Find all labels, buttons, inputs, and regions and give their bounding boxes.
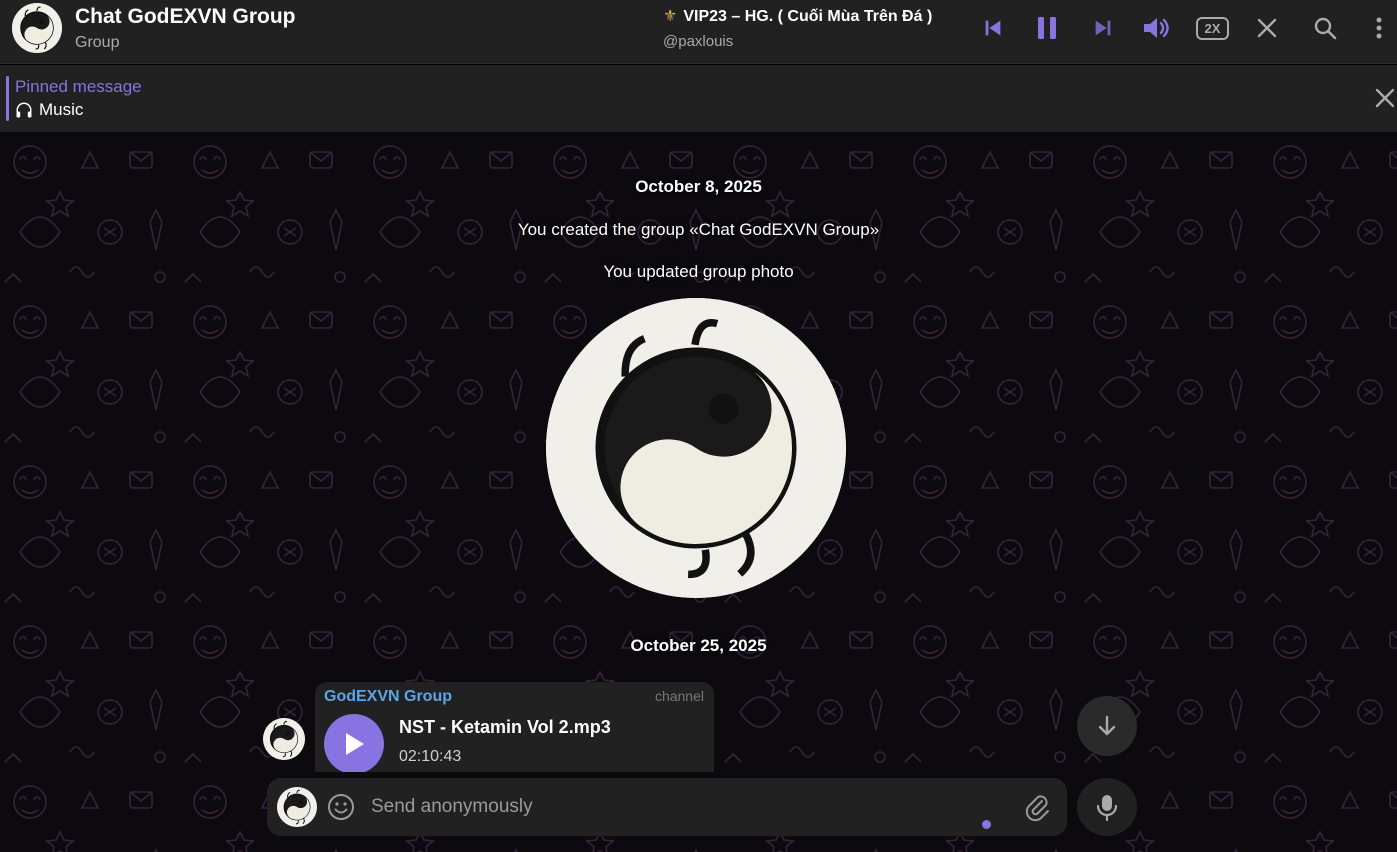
play-button[interactable] (324, 714, 384, 772)
audio-performer: @paxlouis (663, 33, 734, 50)
send-as-avatar[interactable] (277, 787, 317, 827)
volume-icon (1144, 18, 1169, 38)
attach-button[interactable] (1022, 792, 1052, 822)
chat-subtitle: Group (75, 34, 120, 51)
date-separator: October 25, 2025 (630, 636, 767, 655)
pause-button[interactable] (1031, 12, 1063, 44)
group-avatar[interactable] (12, 3, 62, 53)
service-message-created: You created the group «Chat GodEXVN Grou… (517, 220, 880, 239)
fleur-de-lis-icon: ⚜ (663, 8, 678, 25)
channel-badge: channel (654, 688, 704, 704)
pause-icon (1038, 17, 1056, 39)
pinned-text: Music (15, 100, 83, 120)
close-icon (1375, 88, 1395, 108)
chat-area[interactable]: October 8, 2025 You created the group «C… (0, 132, 1397, 852)
close-player-button[interactable] (1251, 12, 1283, 44)
smiley-icon (328, 794, 354, 820)
chat-title[interactable]: Chat GodEXVN Group (75, 5, 296, 29)
search-button[interactable] (1309, 12, 1341, 44)
volume-button[interactable] (1141, 12, 1173, 44)
more-vertical-icon (1376, 17, 1382, 39)
message-composer (267, 778, 1067, 836)
pinned-indicator (6, 76, 9, 121)
yin-yang-icon (12, 3, 62, 53)
yin-yang-icon (277, 787, 317, 827)
microphone-icon (1096, 795, 1118, 821)
service-message-photo: You updated group photo (603, 262, 794, 281)
chat-header: Chat GodEXVN Group Group ⚜ VIP23 – HG. ( … (0, 0, 1397, 64)
pinned-message-bar[interactable]: Pinned message Music (0, 65, 1397, 132)
group-photo[interactable] (546, 298, 846, 598)
playback-speed-button[interactable]: 2X (1196, 17, 1229, 40)
sender-avatar[interactable] (263, 718, 305, 760)
audio-message[interactable]: GodEXVN Group channel NST - Ketamin Vol … (315, 682, 714, 772)
voice-record-button[interactable] (1077, 778, 1137, 836)
previous-track-button[interactable] (977, 12, 1009, 44)
close-icon (1257, 18, 1277, 38)
pinned-text-label: Music (39, 100, 84, 119)
audio-info[interactable]: ⚜ VIP23 – HG. ( Cuối Mùa Trên Đá ) @paxlo… (663, 6, 932, 50)
scroll-to-bottom-button[interactable] (1077, 696, 1137, 756)
message-sender[interactable]: GodEXVN Group (324, 688, 452, 706)
skip-next-icon (1095, 20, 1111, 36)
arrow-down-icon (1098, 715, 1116, 736)
play-icon (346, 733, 364, 755)
typing-indicator-dot (982, 820, 991, 829)
pinned-title: Pinned message (15, 77, 142, 96)
next-track-button[interactable] (1087, 12, 1119, 44)
audio-file-name: NST - Ketamin Vol 2.mp3 (399, 717, 611, 737)
unpin-button[interactable] (1373, 86, 1397, 110)
headphones-icon (16, 102, 32, 118)
search-icon (1314, 17, 1337, 40)
more-menu-button[interactable] (1364, 12, 1394, 44)
skip-previous-icon (985, 20, 1001, 36)
yin-yang-icon (546, 298, 846, 598)
date-separator: October 8, 2025 (635, 177, 762, 196)
audio-title-text: VIP23 – HG. ( Cuối Mùa Trên Đá ) (683, 8, 933, 25)
audio-title: ⚜ VIP23 – HG. ( Cuối Mùa Trên Đá ) (663, 6, 932, 26)
paperclip-icon (1025, 795, 1049, 822)
message-input[interactable] (371, 778, 1011, 836)
yin-yang-icon (263, 718, 305, 760)
audio-duration: 02:10:43 (399, 748, 462, 765)
emoji-button[interactable] (327, 793, 355, 821)
